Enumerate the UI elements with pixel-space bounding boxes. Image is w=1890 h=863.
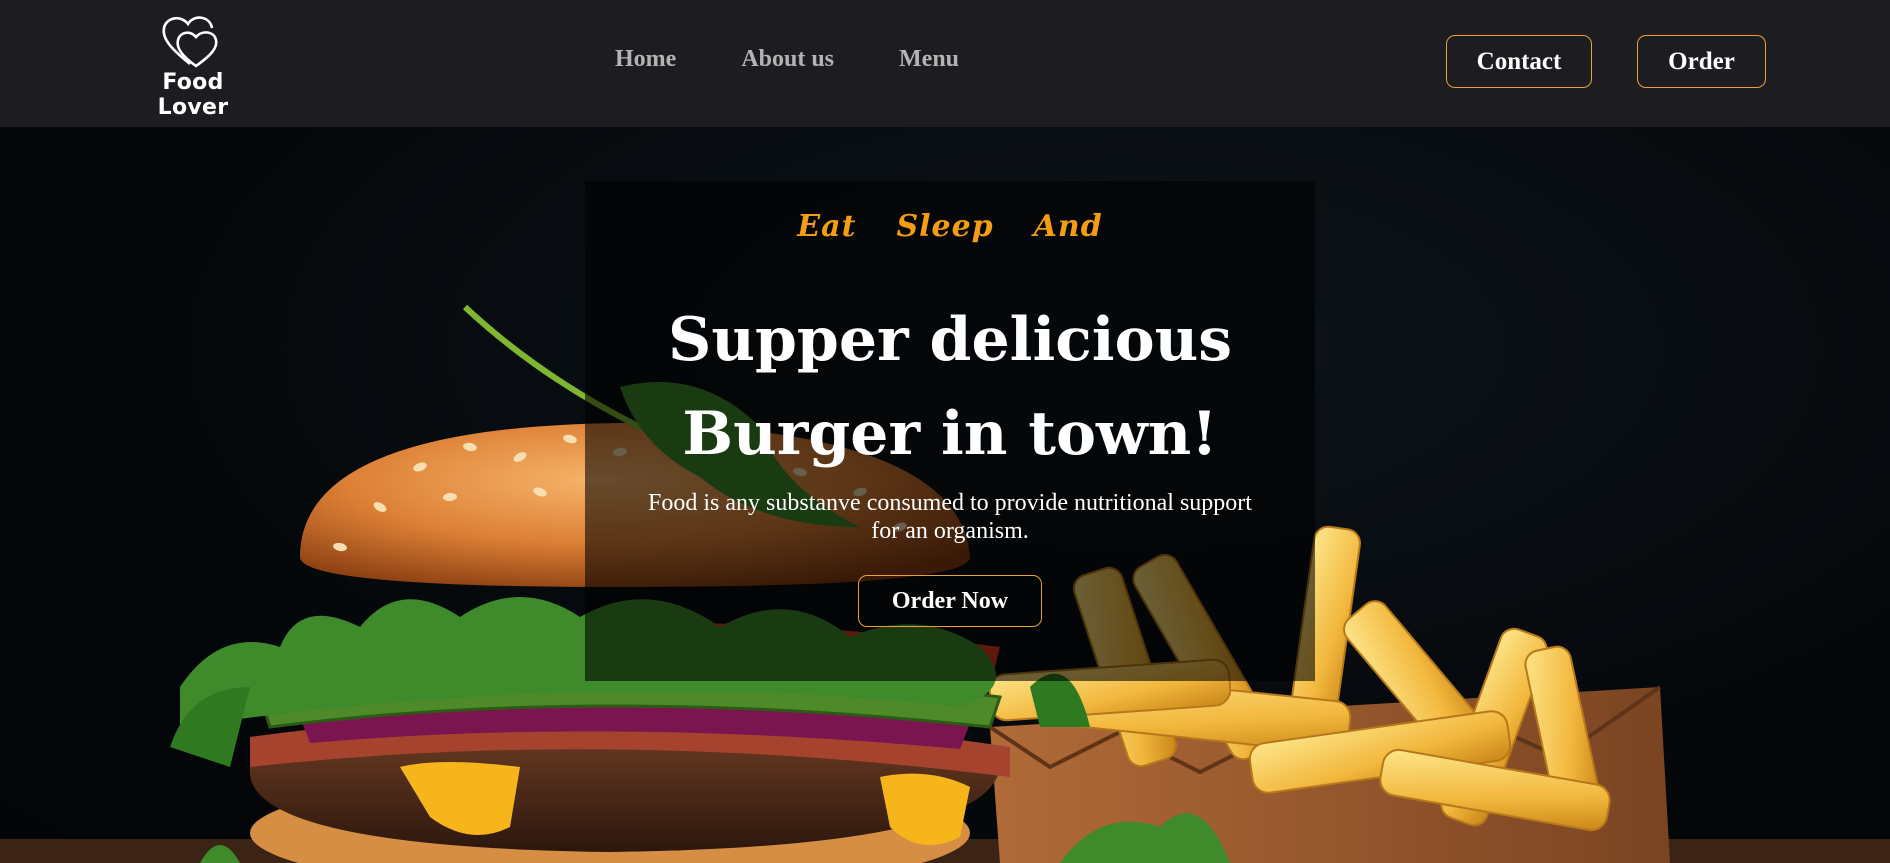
nav-link-about-us[interactable]: About us	[741, 46, 834, 73]
navbar: Food Lover Home About us Menu Contact Or…	[0, 0, 1890, 127]
hero-subtext: Food is any substanve consumed to provid…	[648, 490, 1252, 544]
headline-line-1: Supper delicious	[668, 305, 1232, 375]
brand-name: Food Lover	[157, 70, 229, 120]
order-now-button[interactable]: Order Now	[858, 575, 1042, 627]
hero-panel: Eat Sleep And Supper delicious Burger in…	[585, 181, 1315, 681]
brand-logo[interactable]: Food Lover	[130, 14, 256, 120]
double-heart-icon	[162, 16, 218, 68]
tagline-word-sleep: Sleep	[896, 209, 994, 244]
order-button[interactable]: Order	[1637, 35, 1766, 88]
nav-link-home[interactable]: Home	[615, 46, 676, 73]
hero-section: Eat Sleep And Supper delicious Burger in…	[0, 127, 1890, 863]
contact-button[interactable]: Contact	[1446, 35, 1592, 88]
tagline-word-and: And	[1033, 209, 1103, 244]
nav-link-menu[interactable]: Menu	[899, 46, 959, 73]
headline-line-2: Burger in town!	[682, 399, 1218, 469]
hero-tagline: Eat Sleep And	[585, 209, 1315, 244]
hero-headline: Supper delicious Burger in town!	[585, 293, 1315, 481]
main-nav: Home About us Menu	[615, 46, 959, 73]
tagline-word-eat: Eat	[797, 209, 857, 244]
